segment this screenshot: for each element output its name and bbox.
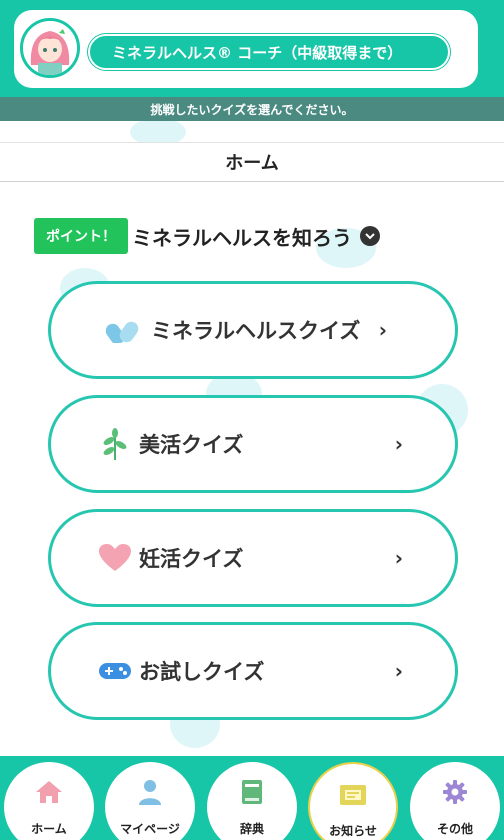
gamepad-icon <box>97 653 133 689</box>
chevron-right-icon: › <box>394 659 403 683</box>
quiz-button-trial[interactable]: お試しクイズ › <box>48 622 458 720</box>
course-title: ミネラルヘルス® コーチ（中級取得まで） <box>88 34 450 70</box>
nav-label: その他 <box>436 822 473 836</box>
page-title: ホーム <box>0 142 504 182</box>
chevron-right-icon: › <box>394 432 403 456</box>
nav-dictionary[interactable]: 辞典 <box>207 762 297 840</box>
nav-other[interactable]: その他 <box>410 762 500 840</box>
user-icon <box>135 778 165 806</box>
quiz-label: 美活クイズ <box>139 433 244 457</box>
instruction-text: 挑戦したいクイズを選んでください。 <box>0 97 504 121</box>
avatar[interactable] <box>20 18 80 78</box>
quiz-button-mineral-health[interactable]: ミネラルヘルスクイズ › <box>48 281 458 379</box>
nav-label: ホーム <box>31 822 67 836</box>
book-icon <box>237 778 267 806</box>
home-icon <box>34 778 64 806</box>
nav-label: 辞典 <box>239 822 264 836</box>
gear-icon <box>440 778 470 806</box>
section-title: ミネラルヘルスを知ろう <box>132 225 352 250</box>
app-header: ミネラルヘルス® コーチ（中級取得まで） <box>0 0 504 97</box>
nav-notices[interactable]: お知らせ <box>308 762 398 840</box>
bottom-nav: ホーム マイページ 辞典 お知らせ その他 <box>0 756 504 840</box>
chevron-right-icon: › <box>394 546 403 570</box>
pills-icon <box>105 312 141 348</box>
quiz-button-fertility[interactable]: 妊活クイズ › <box>48 509 458 607</box>
nav-mypage[interactable]: マイページ <box>105 762 195 840</box>
quiz-button-beauty[interactable]: 美活クイズ › <box>48 395 458 493</box>
nav-label: お知らせ <box>329 824 377 838</box>
section-heading[interactable]: ポイント！ ミネラルヘルスを知ろう <box>34 218 380 254</box>
quiz-label: お試しクイズ <box>139 660 265 684</box>
notice-icon <box>338 780 368 808</box>
quiz-label: 妊活クイズ <box>139 547 244 571</box>
heart-icon <box>97 540 133 576</box>
quiz-label: ミネラルヘルスクイズ <box>151 319 361 343</box>
nav-label: マイページ <box>120 822 180 836</box>
leaf-icon <box>97 426 133 462</box>
nav-home[interactable]: ホーム <box>4 762 94 840</box>
chevron-down-icon[interactable] <box>360 226 380 246</box>
avatar-image <box>23 21 77 75</box>
chevron-right-icon: › <box>378 318 387 342</box>
point-badge: ポイント！ <box>34 218 128 254</box>
